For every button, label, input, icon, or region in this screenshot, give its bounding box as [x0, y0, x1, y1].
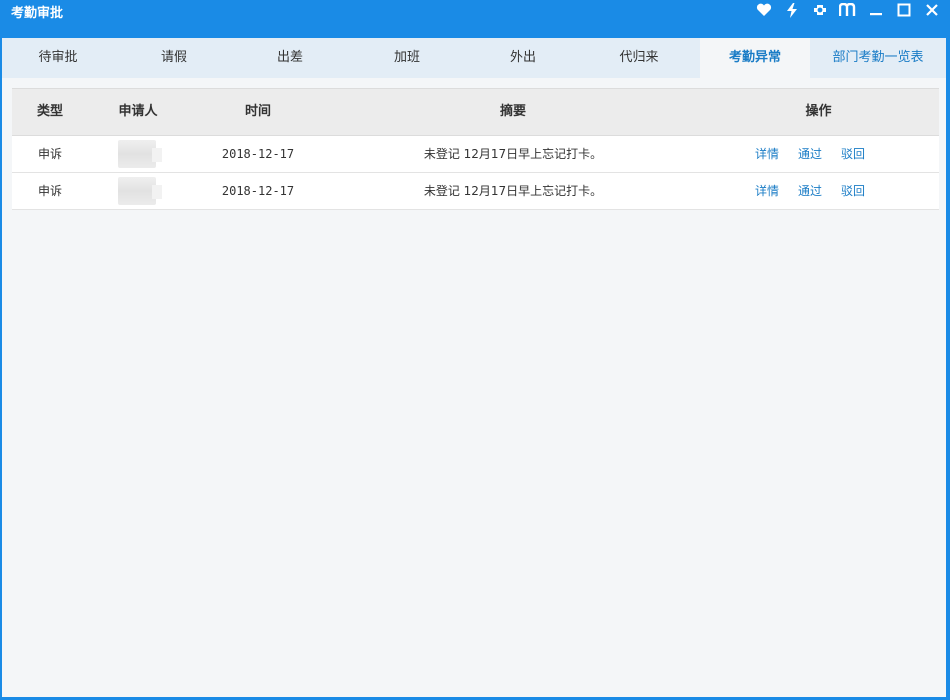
cell-time: 2018-12-17 — [221, 147, 295, 161]
tab-business-trip[interactable]: 出差 — [234, 38, 346, 78]
main-content: 类型 申请人 时间 摘要 操作 申诉 2018-12-17 未登记 12月17日… — [2, 78, 946, 697]
window-title: 考勤审批 — [11, 6, 64, 21]
title-bar: 考勤审批 — [0, 0, 950, 36]
detail-link[interactable]: 详情 — [755, 136, 779, 172]
tab-outing[interactable]: 外出 — [468, 38, 578, 78]
window-controls — [752, 0, 944, 20]
tab-proxy-return[interactable]: 代归来 — [578, 38, 700, 78]
cell-summary: 未登记 12月17日早上忘记打卡。 — [423, 147, 603, 161]
tab-overtime[interactable]: 加班 — [346, 38, 468, 78]
column-header-applicant: 申请人 — [118, 104, 158, 119]
minimize-icon[interactable] — [864, 0, 888, 20]
tab-attendance-exception[interactable]: 考勤异常 — [700, 38, 810, 78]
table-header: 类型 申请人 时间 摘要 操作 — [12, 88, 939, 136]
applicant-avatar-redacted — [118, 177, 162, 205]
approve-link[interactable]: 通过 — [798, 136, 822, 172]
lightning-icon[interactable] — [780, 0, 804, 20]
tab-department-attendance-overview[interactable]: 部门考勤一览表 — [810, 38, 946, 78]
book-icon[interactable] — [836, 0, 860, 20]
maximize-icon[interactable] — [892, 0, 916, 20]
table-row: 申诉 2018-12-17 未登记 12月17日早上忘记打卡。 详情 通过 驳回 — [12, 136, 939, 173]
column-header-type: 类型 — [36, 104, 63, 119]
close-icon[interactable] — [920, 0, 944, 20]
tab-bar: 待审批 请假 出差 加班 外出 代归来 考勤异常 部门考勤一览表 — [2, 38, 946, 78]
reject-link[interactable]: 驳回 — [841, 136, 865, 172]
cell-type: 申诉 — [37, 147, 62, 161]
detail-link[interactable]: 详情 — [755, 173, 779, 209]
applicant-avatar-redacted — [118, 140, 162, 168]
cell-type: 申诉 — [37, 184, 62, 198]
column-header-time: 时间 — [244, 104, 271, 119]
reject-link[interactable]: 驳回 — [841, 173, 865, 209]
skin-icon[interactable] — [808, 0, 832, 20]
tab-leave[interactable]: 请假 — [114, 38, 234, 78]
column-header-action: 操作 — [805, 104, 832, 119]
tab-pending[interactable]: 待审批 — [2, 38, 114, 78]
column-header-summary: 摘要 — [499, 104, 526, 119]
table-row: 申诉 2018-12-17 未登记 12月17日早上忘记打卡。 详情 通过 驳回 — [12, 173, 939, 210]
heart-icon[interactable] — [752, 0, 776, 20]
cell-time: 2018-12-17 — [221, 184, 295, 198]
cell-summary: 未登记 12月17日早上忘记打卡。 — [423, 184, 603, 198]
attendance-exception-table: 类型 申请人 时间 摘要 操作 申诉 2018-12-17 未登记 12月17日… — [12, 88, 939, 210]
approve-link[interactable]: 通过 — [798, 173, 822, 209]
